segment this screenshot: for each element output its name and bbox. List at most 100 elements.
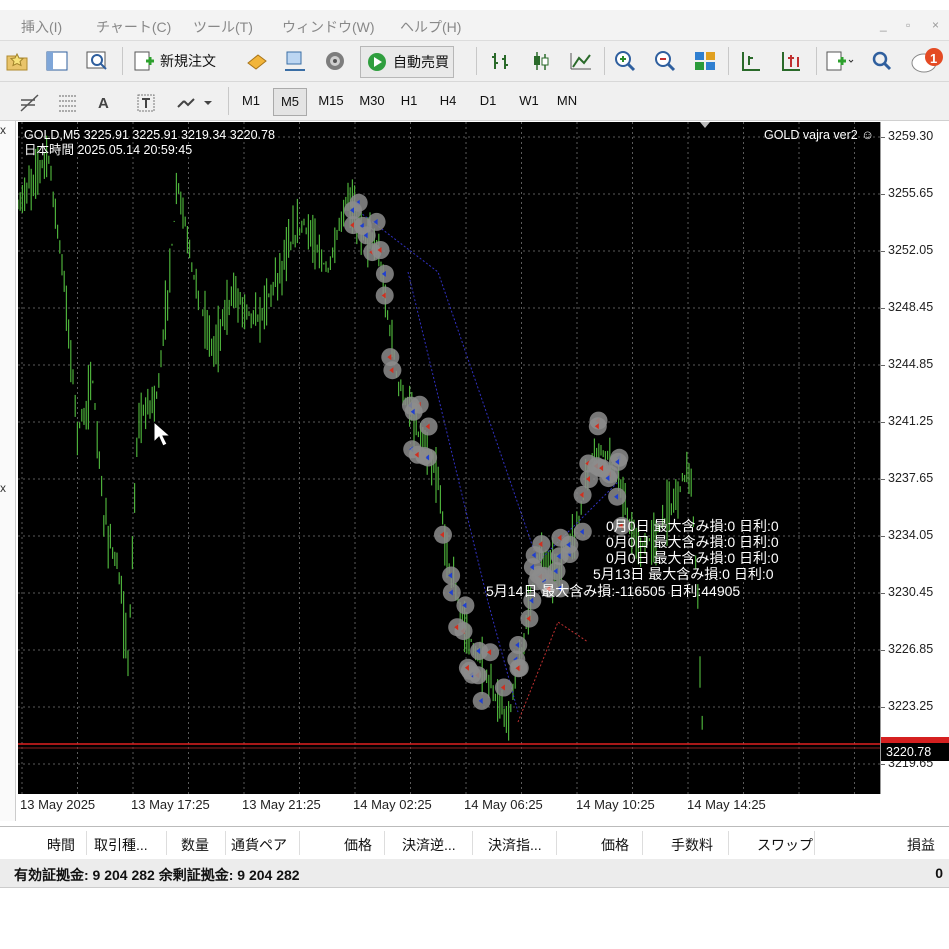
menu-window[interactable]: ウィンドウ(W) — [282, 17, 375, 37]
chart-server-time: 日本時間 2025.05.14 20:59:45 — [24, 143, 193, 157]
indicators-icon — [826, 51, 854, 71]
arrows-dropdown-button[interactable] — [174, 88, 214, 118]
fibonacci-button[interactable] — [18, 88, 42, 118]
favorites-button[interactable] — [4, 46, 30, 76]
price-tick: 3223.25 — [888, 699, 934, 713]
price-chart[interactable]: GOLD,M5 3225.91 3225.91 3219.34 3220.78 … — [18, 122, 880, 794]
column-type[interactable]: 取引種... — [94, 835, 148, 855]
menu-help[interactable]: ヘルプ(H) — [400, 17, 461, 37]
current-price-tag: 3220.78 — [881, 743, 949, 761]
fibonacci-icon — [20, 94, 39, 112]
auto-trading-button[interactable]: 自動売買 — [360, 46, 454, 78]
tile-windows-button[interactable] — [692, 46, 718, 76]
column-time[interactable]: 時間 — [47, 835, 75, 855]
timeframe-h4[interactable]: H4 — [433, 88, 463, 114]
standard-toolbar: 新規注文 自動売買 1 — [0, 41, 949, 82]
new-order-button[interactable]: 新規注文 — [132, 46, 216, 76]
column-commission[interactable]: 手数料 — [671, 835, 713, 855]
grid-button[interactable] — [56, 88, 80, 118]
tile-windows-icon — [695, 52, 715, 70]
restore-button[interactable]: ▫ — [906, 18, 910, 32]
column-current-price[interactable]: 価格 — [601, 835, 629, 855]
signal-icon — [326, 52, 344, 70]
indicators-button[interactable] — [824, 46, 854, 76]
timeframe-m5[interactable]: M5 — [273, 88, 307, 116]
account-summary: 有効証拠金: 9 204 282 余剰証拠金: 9 204 282 — [14, 867, 300, 883]
chat-bubble-icon — [911, 48, 943, 73]
close-button[interactable]: × — [932, 18, 939, 32]
line-chart-button[interactable] — [568, 46, 594, 76]
menu-bar: 挿入(I) チャート(C) ツール(T) ウィンドウ(W) ヘルプ(H) _ ▫… — [0, 10, 949, 41]
autoscroll-icon — [782, 52, 800, 71]
price-tick: 3252.05 — [888, 243, 934, 257]
time-tick: 13 May 2025 — [20, 797, 96, 812]
time-tick: 13 May 21:25 — [242, 797, 321, 812]
column-profit[interactable]: 損益 — [907, 835, 935, 855]
column-price[interactable]: 価格 — [344, 835, 372, 855]
terminal-header: 時間 取引種... 数量 通貨ペア 価格 決済逆... 決済指... 価格 手数… — [0, 826, 949, 860]
chart-shift-button[interactable] — [738, 46, 764, 76]
zoom-out-button[interactable] — [652, 46, 678, 76]
timeframe-h1[interactable]: H1 — [395, 88, 423, 114]
time-tick: 14 May 14:25 — [687, 797, 766, 812]
timeframe-m30[interactable]: M30 — [353, 88, 391, 114]
chart-symbol-ohlc: GOLD,M5 3225.91 3225.91 3219.34 3220.78 — [24, 128, 275, 142]
metaeditor-button[interactable] — [244, 46, 270, 76]
minimize-button[interactable]: _ — [880, 18, 887, 32]
menu-insert[interactable]: 挿入(I) — [21, 17, 62, 37]
expert-advisor-name: GOLD vajra ver2 ☺ — [763, 128, 874, 142]
candlestick-icon — [534, 52, 549, 70]
column-volume[interactable]: 数量 — [181, 835, 209, 855]
signals-button[interactable] — [322, 46, 348, 76]
menu-chart[interactable]: チャート(C) — [96, 17, 171, 37]
zoom-out-icon — [655, 51, 676, 72]
search-icon — [872, 51, 892, 71]
star-folder-icon — [6, 52, 28, 71]
arrows-icon — [177, 98, 212, 108]
timeframe-m15[interactable]: M15 — [312, 88, 350, 114]
column-symbol[interactable]: 通貨ペア — [231, 835, 287, 855]
timeframe-mn[interactable]: MN — [551, 88, 583, 114]
new-order-icon — [134, 51, 154, 71]
account-summary-row: 有効証拠金: 9 204 282 余剰証拠金: 9 204 282 0 — [0, 859, 949, 888]
column-swap[interactable]: スワップ — [757, 835, 813, 855]
chart-info: GOLD,M5 3225.91 3225.91 3219.34 3220.78 … — [24, 128, 275, 158]
candlestick-button[interactable] — [528, 46, 554, 76]
total-profit: 0 — [935, 865, 943, 881]
time-tick: 14 May 02:25 — [353, 797, 432, 812]
time-tick: 13 May 17:25 — [131, 797, 210, 812]
panel-close-icon[interactable]: x — [0, 123, 6, 137]
menu-tools[interactable]: ツール(T) — [193, 17, 253, 37]
price-tick: 3241.25 — [888, 414, 934, 428]
terminal-button[interactable] — [84, 46, 110, 76]
text-label-icon[interactable]: A — [98, 88, 109, 118]
text-box-button[interactable] — [134, 88, 158, 118]
price-tick: 3259.30 — [888, 129, 934, 143]
terminal-magnifier-icon — [86, 51, 107, 70]
timeframe-m1[interactable]: M1 — [236, 88, 266, 114]
new-order-label: 新規注文 — [160, 53, 216, 69]
navigator-panel-edge: x x — [0, 121, 16, 821]
timeframe-d1[interactable]: D1 — [473, 88, 503, 114]
column-take-profit[interactable]: 決済指... — [488, 835, 542, 855]
price-tick: 3230.45 — [888, 585, 934, 599]
price-tick: 3244.85 — [888, 357, 934, 371]
price-tick: 3234.05 — [888, 528, 934, 542]
search-button[interactable] — [870, 46, 894, 76]
navigator-window-icon — [46, 51, 68, 71]
navigator-button[interactable] — [44, 46, 70, 76]
time-tick: 14 May 06:25 — [464, 797, 543, 812]
bar-chart-button[interactable] — [488, 46, 514, 76]
panel-close-icon-2[interactable]: x — [0, 481, 6, 495]
zoom-in-button[interactable] — [612, 46, 638, 76]
grid-lines-icon — [59, 95, 77, 112]
strategy-tester-button[interactable] — [282, 46, 308, 76]
notifications-button[interactable]: 1 — [910, 46, 944, 76]
metaeditor-icon — [247, 54, 267, 70]
price-tick: 3237.65 — [888, 471, 934, 485]
timeframe-w1[interactable]: W1 — [513, 88, 545, 114]
autoscroll-button[interactable] — [778, 46, 804, 76]
column-stop-loss[interactable]: 決済逆... — [402, 835, 456, 855]
time-tick: 14 May 10:25 — [576, 797, 655, 812]
tester-icon — [285, 51, 305, 71]
